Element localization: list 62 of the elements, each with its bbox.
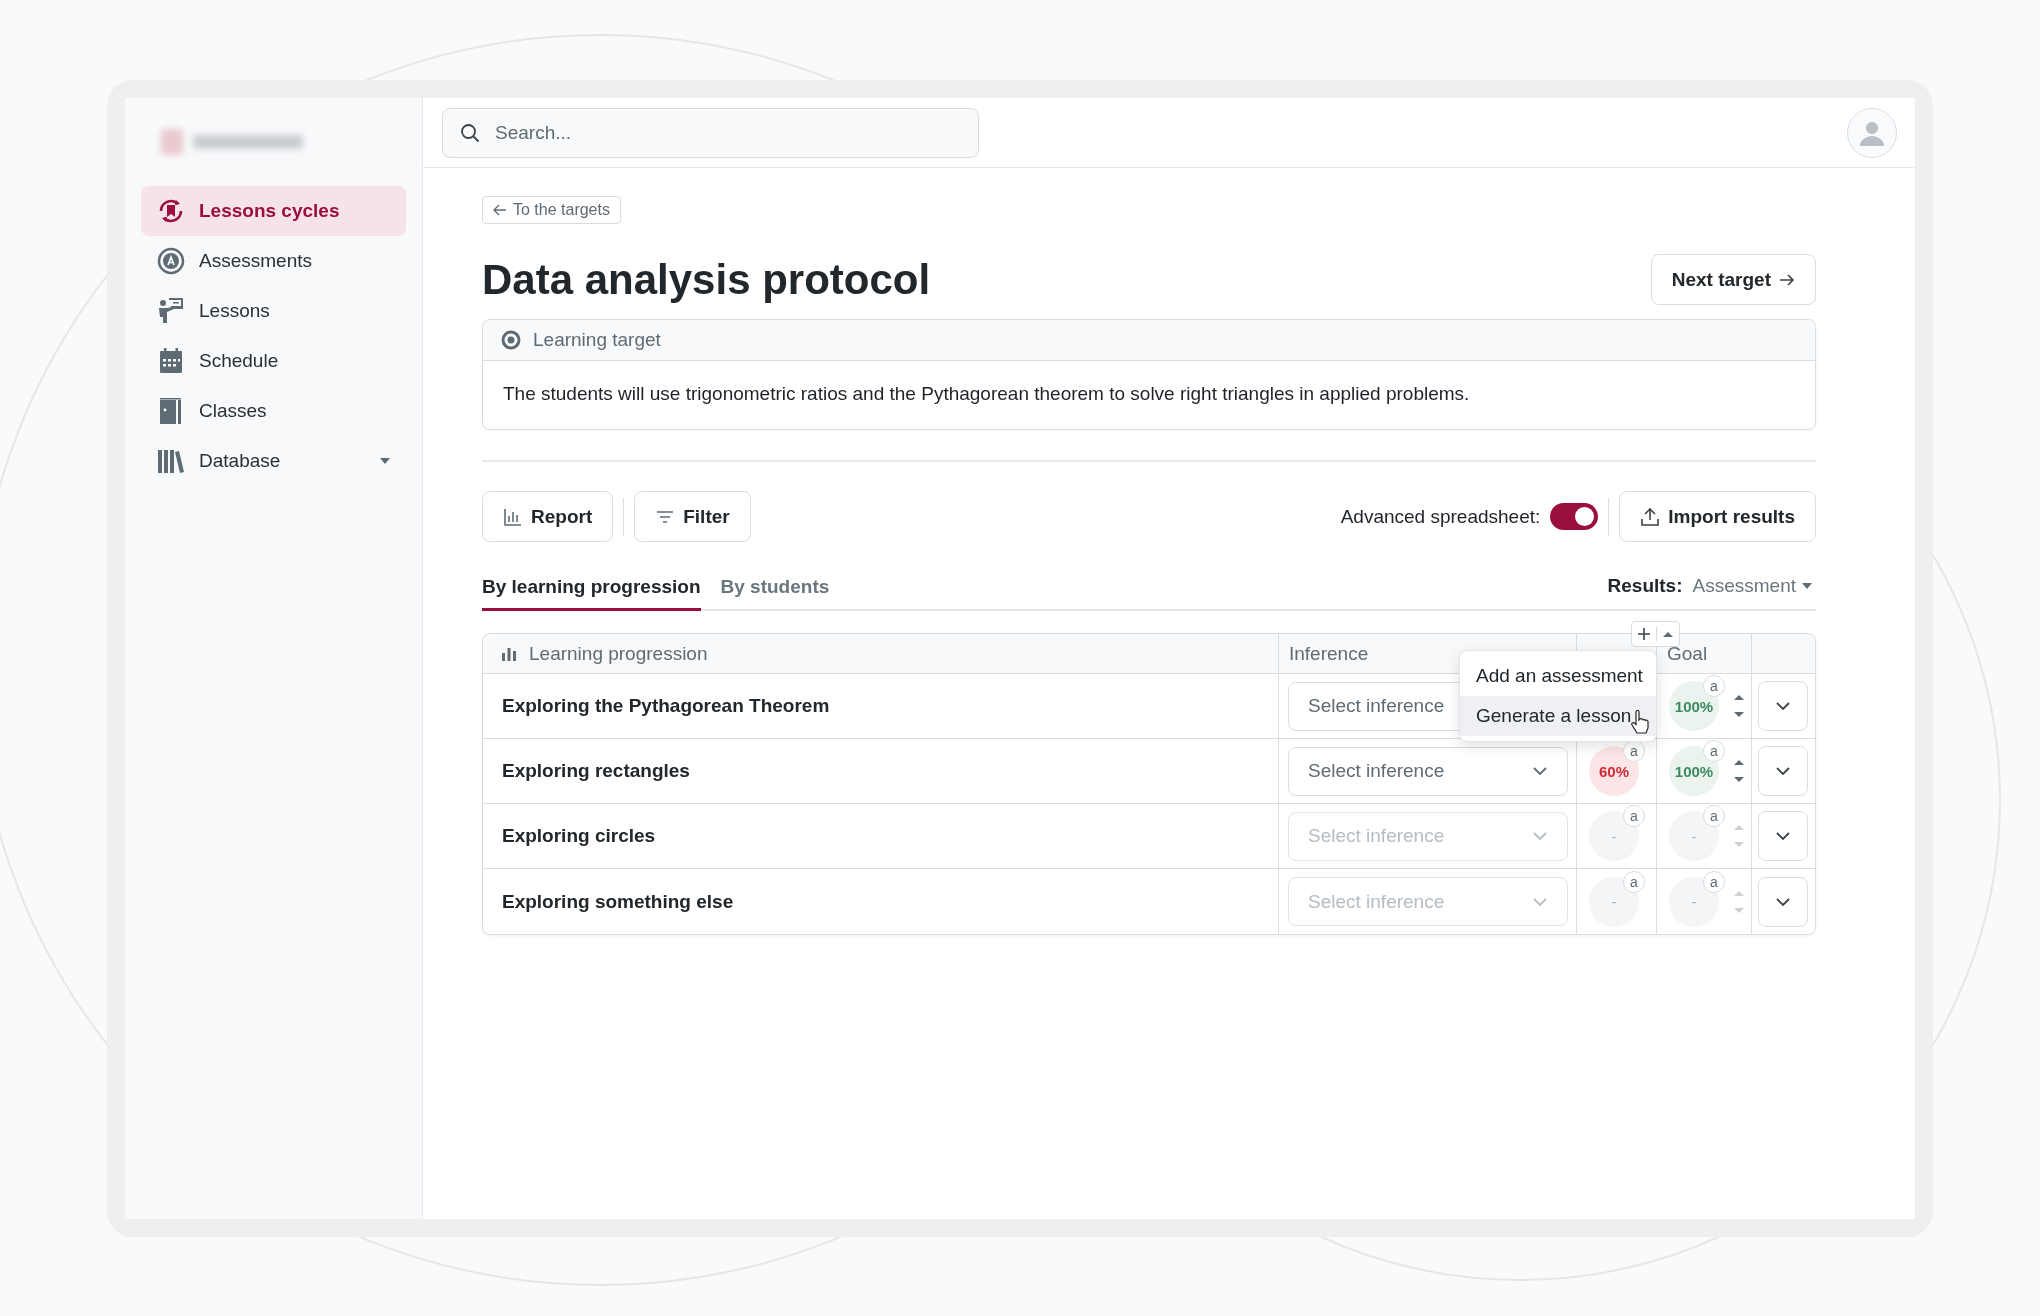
table-cell: Exploring rectangles	[483, 739, 1278, 804]
sidebar-item[interactable]: Database	[141, 436, 406, 486]
plus-icon	[1637, 627, 1651, 641]
column-header: Learning progression	[529, 642, 708, 665]
teacher-board-icon	[157, 297, 185, 325]
back-link[interactable]: To the targets	[482, 196, 621, 224]
score-badge: a	[1703, 805, 1725, 827]
toolbar-button[interactable]: Filter	[634, 491, 751, 542]
toolbar-button[interactable]: Report	[482, 491, 614, 542]
toggle-label: Advanced spreadsheet:	[1340, 505, 1541, 528]
next-target-button[interactable]: Next target	[1650, 254, 1816, 305]
table-cell: Exploring circles	[483, 804, 1278, 869]
up-arrow-icon[interactable]	[1733, 693, 1745, 701]
column-header: Inference	[1289, 642, 1369, 665]
bar-chart-icon	[503, 506, 523, 527]
hand-cursor-icon	[1630, 710, 1650, 734]
logo-icon	[161, 129, 183, 155]
score-badge: a	[1623, 805, 1645, 827]
score-badge: a	[1703, 740, 1725, 762]
sidebar-item[interactable]: Schedule	[141, 336, 406, 386]
avatar-button[interactable]	[1847, 107, 1897, 158]
card-heading: Learning target	[533, 329, 661, 351]
down-arrow-icon[interactable]	[1733, 711, 1745, 719]
expand-button[interactable]	[1758, 746, 1808, 796]
score-badge: a	[1703, 870, 1725, 893]
expand-button[interactable]	[1758, 681, 1808, 731]
import-results-button[interactable]: Import results	[1619, 491, 1816, 542]
score-badge: a	[1623, 740, 1645, 762]
up-arrow-icon	[1662, 630, 1674, 638]
table-cell-text: Exploring something else	[501, 889, 735, 914]
calendar-icon	[157, 347, 185, 375]
search-field[interactable]: Search...	[442, 107, 979, 158]
inference-dropdown[interactable]: Select inference	[1288, 746, 1568, 796]
tab[interactable]: By students	[720, 576, 830, 611]
sidebar-item[interactable]: Lessons cycles	[141, 186, 406, 236]
toggle-switch[interactable]	[1550, 503, 1599, 530]
search-icon	[460, 122, 480, 143]
up-arrow-icon[interactable]	[1733, 758, 1745, 766]
tab[interactable]: By learning progression	[482, 576, 701, 611]
bar-chart-icon	[501, 645, 517, 662]
cycle-icon	[157, 197, 185, 225]
letter-circle-icon	[157, 247, 185, 275]
menu-item[interactable]: Generate a lesson	[1460, 696, 1656, 736]
column-header: Goal	[1667, 642, 1708, 665]
expand-button[interactable]	[1758, 876, 1808, 927]
score-badge: a	[1703, 675, 1725, 697]
down-arrow-icon[interactable]	[1733, 776, 1745, 784]
sidebar-item[interactable]: Classes	[141, 386, 406, 436]
upload-icon	[1640, 506, 1661, 527]
sidebar-item[interactable]: Assessments	[141, 236, 406, 286]
sidebar-item[interactable]: Lessons	[141, 286, 406, 336]
target-icon	[501, 330, 521, 350]
arrow-left-icon	[493, 204, 507, 216]
results-dropdown[interactable]: Assessment	[1692, 575, 1816, 597]
results-label: Results:	[1607, 575, 1683, 597]
arrow-right-icon	[1779, 272, 1795, 287]
learning-target-text: The students will use trigonometric ratios and the Pythagorean theorem to solve right triangles in applied problems.	[503, 383, 1470, 404]
page-title: Data analysis protocol	[482, 255, 931, 304]
expand-button[interactable]	[1758, 811, 1808, 861]
books-icon	[157, 447, 185, 475]
table-cell: Exploring the Pythagorean Theorem	[483, 674, 1278, 739]
score-badge: a	[1623, 870, 1645, 893]
